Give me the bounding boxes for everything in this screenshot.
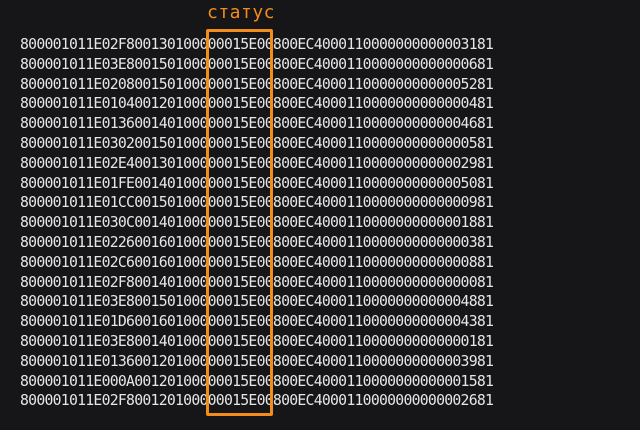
hex-row: 800001011E013600120100000015E00800EC4000… [20,352,494,370]
hex-row: 800001011E03E800150100000015E00800EC4000… [20,55,494,73]
hex-row: 800001011E020800150100000015E00800EC4000… [20,75,494,93]
hex-row: 800001011E030200150100000015E00800EC4000… [20,134,494,152]
hex-row: 800001011E02C600160100000015E00800EC4000… [20,253,494,271]
hex-row: 800001011E01FE00140100000015E00800EC4000… [20,174,494,192]
hex-row: 800001011E02F800140100000015E00800EC4000… [20,273,494,291]
hex-row: 800001011E03E800140100000015E00800EC4000… [20,332,494,350]
hex-row: 800001011E010400120100000015E00800EC4000… [20,95,494,113]
hex-dump-screen: статус 800001011E02F800130100000015E0080… [0,0,640,430]
hex-row: 800001011E030C00140100000015E00800EC4000… [20,214,494,232]
hex-row: 800001011E01D600160100000015E00800EC4000… [20,313,494,331]
hex-row: 800001011E02E400130100000015E00800EC4000… [20,154,494,172]
status-column-label: статус [207,2,276,23]
hex-row: 800001011E000A00120100000015E00800EC4000… [20,372,494,390]
hex-row: 800001011E022600160100000015E00800EC4000… [20,233,494,251]
hex-row: 800001011E02F800130100000015E00800EC4000… [20,36,494,53]
hex-row: 800001011E013600140100000015E00800EC4000… [20,115,494,133]
hex-row: 800001011E01CC00150100000015E00800EC4000… [20,194,494,212]
hex-row: 800001011E02F800120100000015E00800EC4000… [20,392,494,410]
hex-dump-list: 800001011E02F800130100000015E00800EC4000… [20,35,494,411]
hex-row: 800001011E03E800150100000015E00800EC4000… [20,293,494,311]
